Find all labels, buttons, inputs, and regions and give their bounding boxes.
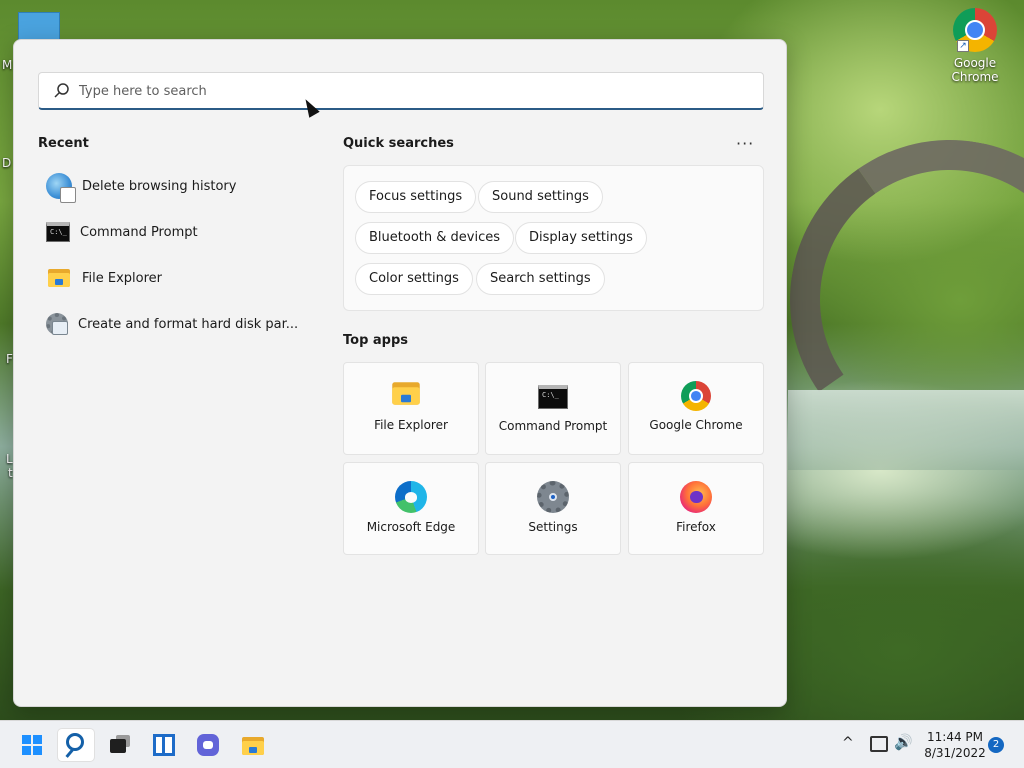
- top-app-settings[interactable]: Settings: [485, 462, 621, 555]
- volume-icon[interactable]: 🔊: [894, 733, 913, 768]
- folder-icon: [390, 377, 433, 415]
- windows-logo-icon: [22, 735, 42, 755]
- top-app-label: File Explorer: [374, 418, 448, 432]
- search-icon: [66, 733, 84, 751]
- top-app-google-chrome[interactable]: Google Chrome: [628, 362, 764, 455]
- search-panel: Type here to search Recent Delete browsi…: [13, 39, 787, 707]
- quick-searches-title: Quick searches: [343, 136, 454, 151]
- show-hidden-icons-button[interactable]: ^: [842, 735, 858, 751]
- desktop-recycle-icon[interactable]: [18, 12, 60, 40]
- command-prompt-icon: C:\_: [46, 222, 70, 242]
- top-app-command-prompt[interactable]: C:\_ Command Prompt: [485, 362, 621, 455]
- disk-management-icon: [46, 313, 68, 335]
- widgets-button[interactable]: [146, 729, 182, 761]
- globe-settings-icon: [46, 173, 76, 203]
- desktop-icon-google-chrome[interactable]: ↗ Google Chrome: [944, 8, 1006, 84]
- command-prompt-icon: C:\_: [538, 385, 568, 409]
- chat-icon: [197, 734, 219, 756]
- recent-item-file-explorer[interactable]: File Explorer: [46, 260, 306, 296]
- chip-focus-settings[interactable]: Focus settings: [355, 181, 477, 213]
- folder-icon: [46, 265, 72, 291]
- more-options-button[interactable]: ···: [736, 134, 754, 153]
- top-app-firefox[interactable]: Firefox: [628, 462, 764, 555]
- desktop-label-fragment: M: [2, 58, 13, 72]
- desktop-label-fragment: L: [6, 452, 13, 466]
- desktop-icon-label: Chrome: [951, 70, 999, 84]
- clock-time: 11:44 PM: [927, 730, 983, 744]
- top-app-label: Microsoft Edge: [366, 520, 456, 534]
- chat-button[interactable]: [190, 729, 226, 761]
- network-icon[interactable]: [870, 736, 888, 752]
- chrome-icon: [681, 381, 711, 411]
- recent-item-label: Delete browsing history: [82, 178, 237, 194]
- top-app-label: Google Chrome: [649, 418, 743, 432]
- shortcut-arrow-icon: ↗: [957, 40, 969, 52]
- desktop-label-fragment: t: [8, 466, 13, 480]
- chip-search-settings[interactable]: Search settings: [476, 263, 605, 295]
- desktop-icon-label: Google: [953, 56, 997, 70]
- clock[interactable]: 11:44 PM 8/31/2022: [922, 729, 988, 761]
- desktop-label-fragment: F: [6, 352, 13, 366]
- search-input[interactable]: Type here to search: [38, 72, 764, 110]
- search-icon: [54, 83, 69, 98]
- taskbar-file-explorer-button[interactable]: [234, 729, 270, 761]
- chip-display-settings[interactable]: Display settings: [515, 222, 647, 254]
- start-button[interactable]: [14, 729, 50, 761]
- chip-sound-settings[interactable]: Sound settings: [478, 181, 603, 213]
- recent-item-label: Command Prompt: [80, 224, 198, 240]
- taskbar: ^ 🔊 11:44 PM 8/31/2022 2: [0, 720, 1024, 768]
- widgets-icon: [153, 734, 175, 756]
- edge-icon: [395, 481, 427, 513]
- recent-item-label: File Explorer: [82, 270, 163, 286]
- top-app-label: Settings: [528, 520, 578, 534]
- top-app-microsoft-edge[interactable]: Microsoft Edge: [343, 462, 479, 555]
- chip-color-settings[interactable]: Color settings: [355, 263, 473, 295]
- taskbar-search-button[interactable]: [58, 729, 94, 761]
- recent-title: Recent: [38, 136, 89, 151]
- recent-item-delete-browsing-history[interactable]: Delete browsing history: [46, 168, 306, 204]
- chip-bluetooth-devices[interactable]: Bluetooth & devices: [355, 222, 514, 254]
- task-view-button[interactable]: [102, 729, 138, 761]
- top-app-label: Command Prompt: [498, 419, 608, 433]
- desktop-label-fragment: D: [2, 156, 12, 170]
- top-apps-title: Top apps: [343, 333, 409, 348]
- top-app-file-explorer[interactable]: File Explorer: [343, 362, 479, 455]
- recent-item-label: Create and format hard disk par...: [78, 316, 299, 332]
- notification-badge[interactable]: 2: [988, 737, 1004, 753]
- recent-item-command-prompt[interactable]: C:\_ Command Prompt: [46, 214, 306, 250]
- search-placeholder: Type here to search: [79, 84, 207, 99]
- clock-date: 8/31/2022: [924, 746, 986, 760]
- top-app-label: Firefox: [676, 520, 716, 534]
- quick-searches-box: Focus settings Sound settings Bluetooth …: [343, 165, 764, 311]
- folder-icon: [240, 733, 266, 759]
- chrome-icon: ↗: [953, 8, 997, 52]
- gear-icon: [537, 481, 569, 513]
- firefox-icon: [680, 481, 712, 513]
- recent-item-disk-management[interactable]: Create and format hard disk par...: [46, 306, 306, 342]
- water-reflection-scenery: [788, 390, 1024, 470]
